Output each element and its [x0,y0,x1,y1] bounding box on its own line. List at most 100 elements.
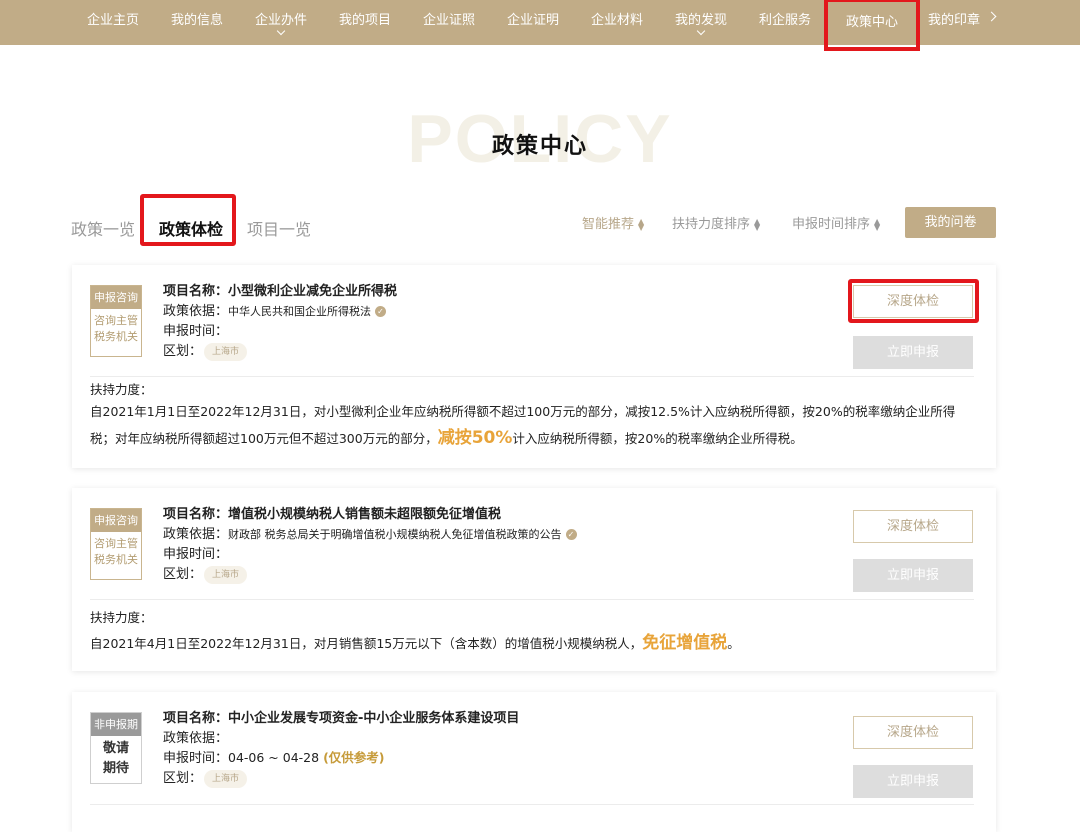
sort-label: 智能推荐 [582,217,635,232]
project-name: 小型微利企业减免企业所得税 [228,284,398,299]
sort-label: 申报时间排序 [792,217,871,232]
support-text: 自2021年4月1日至2022年12月31日，对月销售额15万元以下（含本数）的… [90,636,643,651]
nav-item-label: 我的信息 [171,13,224,28]
highlight-box [140,194,236,246]
nav-item-label: 企业办件 [255,13,308,28]
status-badge: 申报咨询 咨询主管 税务机关 [90,285,142,357]
nav-item-label: 我的发现 [675,13,728,28]
nav-item-label: 企业主页 [87,13,140,28]
nav-item-label: 政策中心 [845,15,898,30]
sort-arrows-icon: ▲ ▼ [754,216,761,232]
basis-key: 政策依据： [163,304,229,319]
tab-project-list[interactable]: 项目一览 [247,216,311,240]
nav-item-materials[interactable]: 企业材料 [591,0,643,45]
status-badge: 非申报期 敬请 期待 [90,712,142,784]
deep-check-button[interactable]: 深度体检 [853,510,973,543]
divider [90,804,974,805]
project-name: 中小企业发展专项资金-中小企业服务体系建设项目 [228,711,520,726]
policy-card: 申报咨询 咨询主管 税务机关 项目名称：小型微利企业减免企业所得税 政策依据：中… [72,265,996,468]
my-survey-button[interactable]: 我的问卷 [905,207,996,238]
reference-note: (仅供参考) [323,750,385,765]
badge-line: 期待 [102,761,129,776]
status-badge: 申报咨询 咨询主管 税务机关 [90,508,142,580]
region-key: 区划： [163,567,203,582]
tab-policy-list[interactable]: 政策一览 [71,216,135,240]
verified-icon: ✓ [565,529,577,540]
time-key: 申报时间： [163,324,229,339]
basis-key: 政策依据： [163,527,229,542]
name-key: 项目名称： [163,711,229,726]
chevron-right-icon[interactable] [986,11,997,22]
sort-apply-time[interactable]: 申报时间排序 ▲ ▼ [792,213,880,232]
page-title: 政策中心 [491,134,588,159]
project-info: 项目名称：小型微利企业减免企业所得税 政策依据：中华人民共和国企业所得税法 ✓ 申… [163,281,397,361]
nav-item-label: 企业证照 [423,13,476,28]
support-details: 扶持力度： 自2021年4月1日至2022年12月31日，对月销售额15万元以下… [90,606,974,657]
project-info: 项目名称：增值税小规模纳税人销售额未超限额免征增值税 政策依据：财政部 税务总局… [163,504,577,584]
region-tag: 上海市 [204,342,248,361]
support-highlight: 免征增值税 [642,633,728,653]
nav-item-my-info[interactable]: 我的信息 [171,0,223,45]
sort-support-level[interactable]: 扶持力度排序 ▲ ▼ [672,213,760,232]
policy-basis[interactable]: 财政部 税务总局关于明确增值税小规模纳税人免征增值税政策的公告 [228,528,562,541]
nav-item-discover[interactable]: 我的发现 [675,0,727,45]
support-text: 。 [727,636,740,651]
sort-smart-recommend[interactable]: 智能推荐 ▲ ▼ [582,213,644,232]
basis-key: 政策依据： [163,731,229,746]
name-key: 项目名称： [163,284,229,299]
divider [90,599,974,600]
badge-title: 申报咨询 [91,286,141,309]
policy-basis[interactable]: 中华人民共和国企业所得税法 [228,305,371,318]
apply-now-button[interactable]: 立即申报 [853,336,973,369]
region-tag: 上海市 [204,565,248,584]
badge-line: 咨询主管 [94,537,138,550]
project-info: 项目名称：中小企业发展专项资金-中小企业服务体系建设项目 政策依据： 申报时间：… [163,708,519,788]
deep-check-button[interactable]: 深度体检 [853,716,973,749]
nav-item-label: 利企服务 [759,13,812,28]
nav-item-label: 我的项目 [339,13,392,28]
apply-now-button[interactable]: 立即申报 [853,765,973,798]
apply-now-button[interactable]: 立即申报 [853,559,973,592]
nav-item-home[interactable]: 企业主页 [87,0,139,45]
nav-item-services[interactable]: 利企服务 [759,0,811,45]
region-key: 区划： [163,771,203,786]
time-key: 申报时间： [163,751,229,766]
badge-line: 咨询主管 [94,314,138,327]
nav-item-label: 我的印章 [928,13,981,28]
verified-icon: ✓ [375,306,387,317]
nav-item-certificates[interactable]: 企业证明 [507,0,559,45]
nav-item-business[interactable]: 企业办件 [255,0,307,45]
sort-label: 扶持力度排序 [672,217,751,232]
badge-title: 申报咨询 [91,509,141,532]
nav-item-my-projects[interactable]: 我的项目 [339,0,391,45]
sort-arrows-icon: ▲ ▼ [874,216,881,232]
apply-time: 04-06 ~ 04-28 [228,750,320,765]
support-highlight: 减按50% [437,428,513,448]
nav-item-policy-center[interactable]: 政策中心 [824,0,920,51]
support-key: 扶持力度： [90,610,153,625]
support-text: 计入应纳税所得额，按20%的税率缴纳企业所得税。 [512,431,803,446]
badge-title: 非申报期 [91,713,141,736]
chevron-down-icon [276,26,286,36]
region-tag: 上海市 [204,769,248,788]
project-name: 增值税小规模纳税人销售额未超限额免征增值税 [228,507,502,522]
nav-item-label: 企业材料 [591,13,644,28]
policy-card: 非申报期 敬请 期待 项目名称：中小企业发展专项资金-中小企业服务体系建设项目 … [72,692,996,832]
nav-item-label: 企业证明 [507,13,560,28]
badge-line: 敬请 [102,741,129,756]
highlight-box [848,279,979,323]
time-key: 申报时间： [163,547,229,562]
badge-line: 税务机关 [94,553,138,566]
policy-card: 申报咨询 咨询主管 税务机关 项目名称：增值税小规模纳税人销售额未超限额免征增值… [72,488,996,671]
name-key: 项目名称： [163,507,229,522]
badge-line: 税务机关 [94,330,138,343]
support-details: 扶持力度： 自2021年1月1日至2022年12月31日，对小型微利企业年应纳税… [90,381,974,452]
nav-item-seals[interactable]: 我的印章 [928,0,980,45]
chevron-down-icon [696,26,706,36]
divider [90,376,974,377]
region-key: 区划： [163,344,203,359]
nav-item-licenses[interactable]: 企业证照 [423,0,475,45]
support-key: 扶持力度： [90,382,153,397]
sort-arrows-icon: ▲ ▼ [638,216,645,232]
top-nav: 企业主页 我的信息 企业办件 我的项目 企业证照 企业证明 企业材料 我的发现 … [0,0,1080,51]
